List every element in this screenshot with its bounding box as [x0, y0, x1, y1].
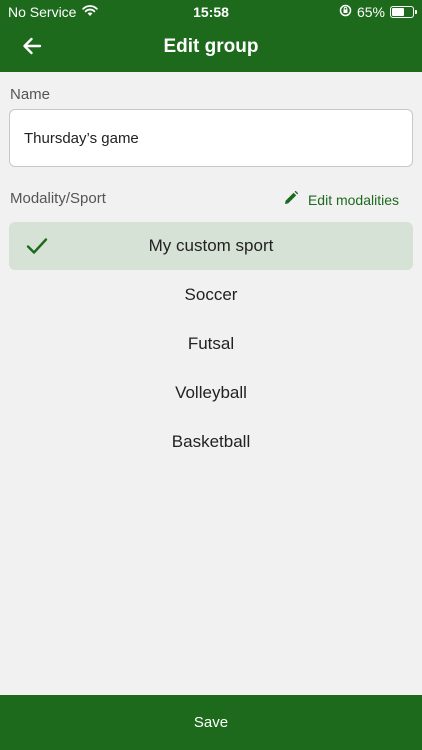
sport-item-my-custom-sport[interactable]: My custom sport — [9, 222, 413, 270]
edit-modalities-button[interactable]: Edit modalities — [283, 190, 399, 209]
sport-label: Volleyball — [175, 383, 247, 402]
sport-label: Basketball — [171, 432, 251, 451]
status-right: 65% — [339, 4, 417, 20]
battery-fill — [392, 8, 405, 16]
sport-label: Futsal — [187, 334, 235, 353]
sport-label: My custom sport — [148, 236, 274, 255]
status-bar: No Service 15:58 65% — [0, 0, 422, 24]
save-button[interactable]: Save — [0, 695, 422, 750]
pencil-icon — [283, 190, 299, 209]
sport-item-soccer[interactable]: Soccer — [9, 271, 413, 319]
edit-modalities-label: Edit modalities — [307, 191, 399, 208]
sport-label: Soccer — [184, 285, 238, 304]
checkmark-icon — [25, 236, 49, 256]
name-label: Name — [10, 86, 51, 103]
battery-icon — [390, 6, 417, 18]
page-title: Edit group — [163, 36, 259, 57]
orientation-lock-icon — [339, 4, 352, 20]
name-field[interactable] — [9, 109, 413, 167]
battery-percent: 65% — [356, 4, 385, 20]
save-label: Save — [193, 714, 229, 731]
sport-item-basketball[interactable]: Basketball — [9, 418, 413, 466]
modality-label: Modality/Sport — [10, 190, 106, 207]
sport-item-volleyball[interactable]: Volleyball — [9, 369, 413, 417]
nav-bar: Edit group — [0, 24, 422, 72]
sport-list: My custom sport Soccer Futsal Volleyball… — [9, 222, 413, 467]
sport-item-futsal[interactable]: Futsal — [9, 320, 413, 368]
app-header: No Service 15:58 65% Edit group — [0, 0, 422, 72]
